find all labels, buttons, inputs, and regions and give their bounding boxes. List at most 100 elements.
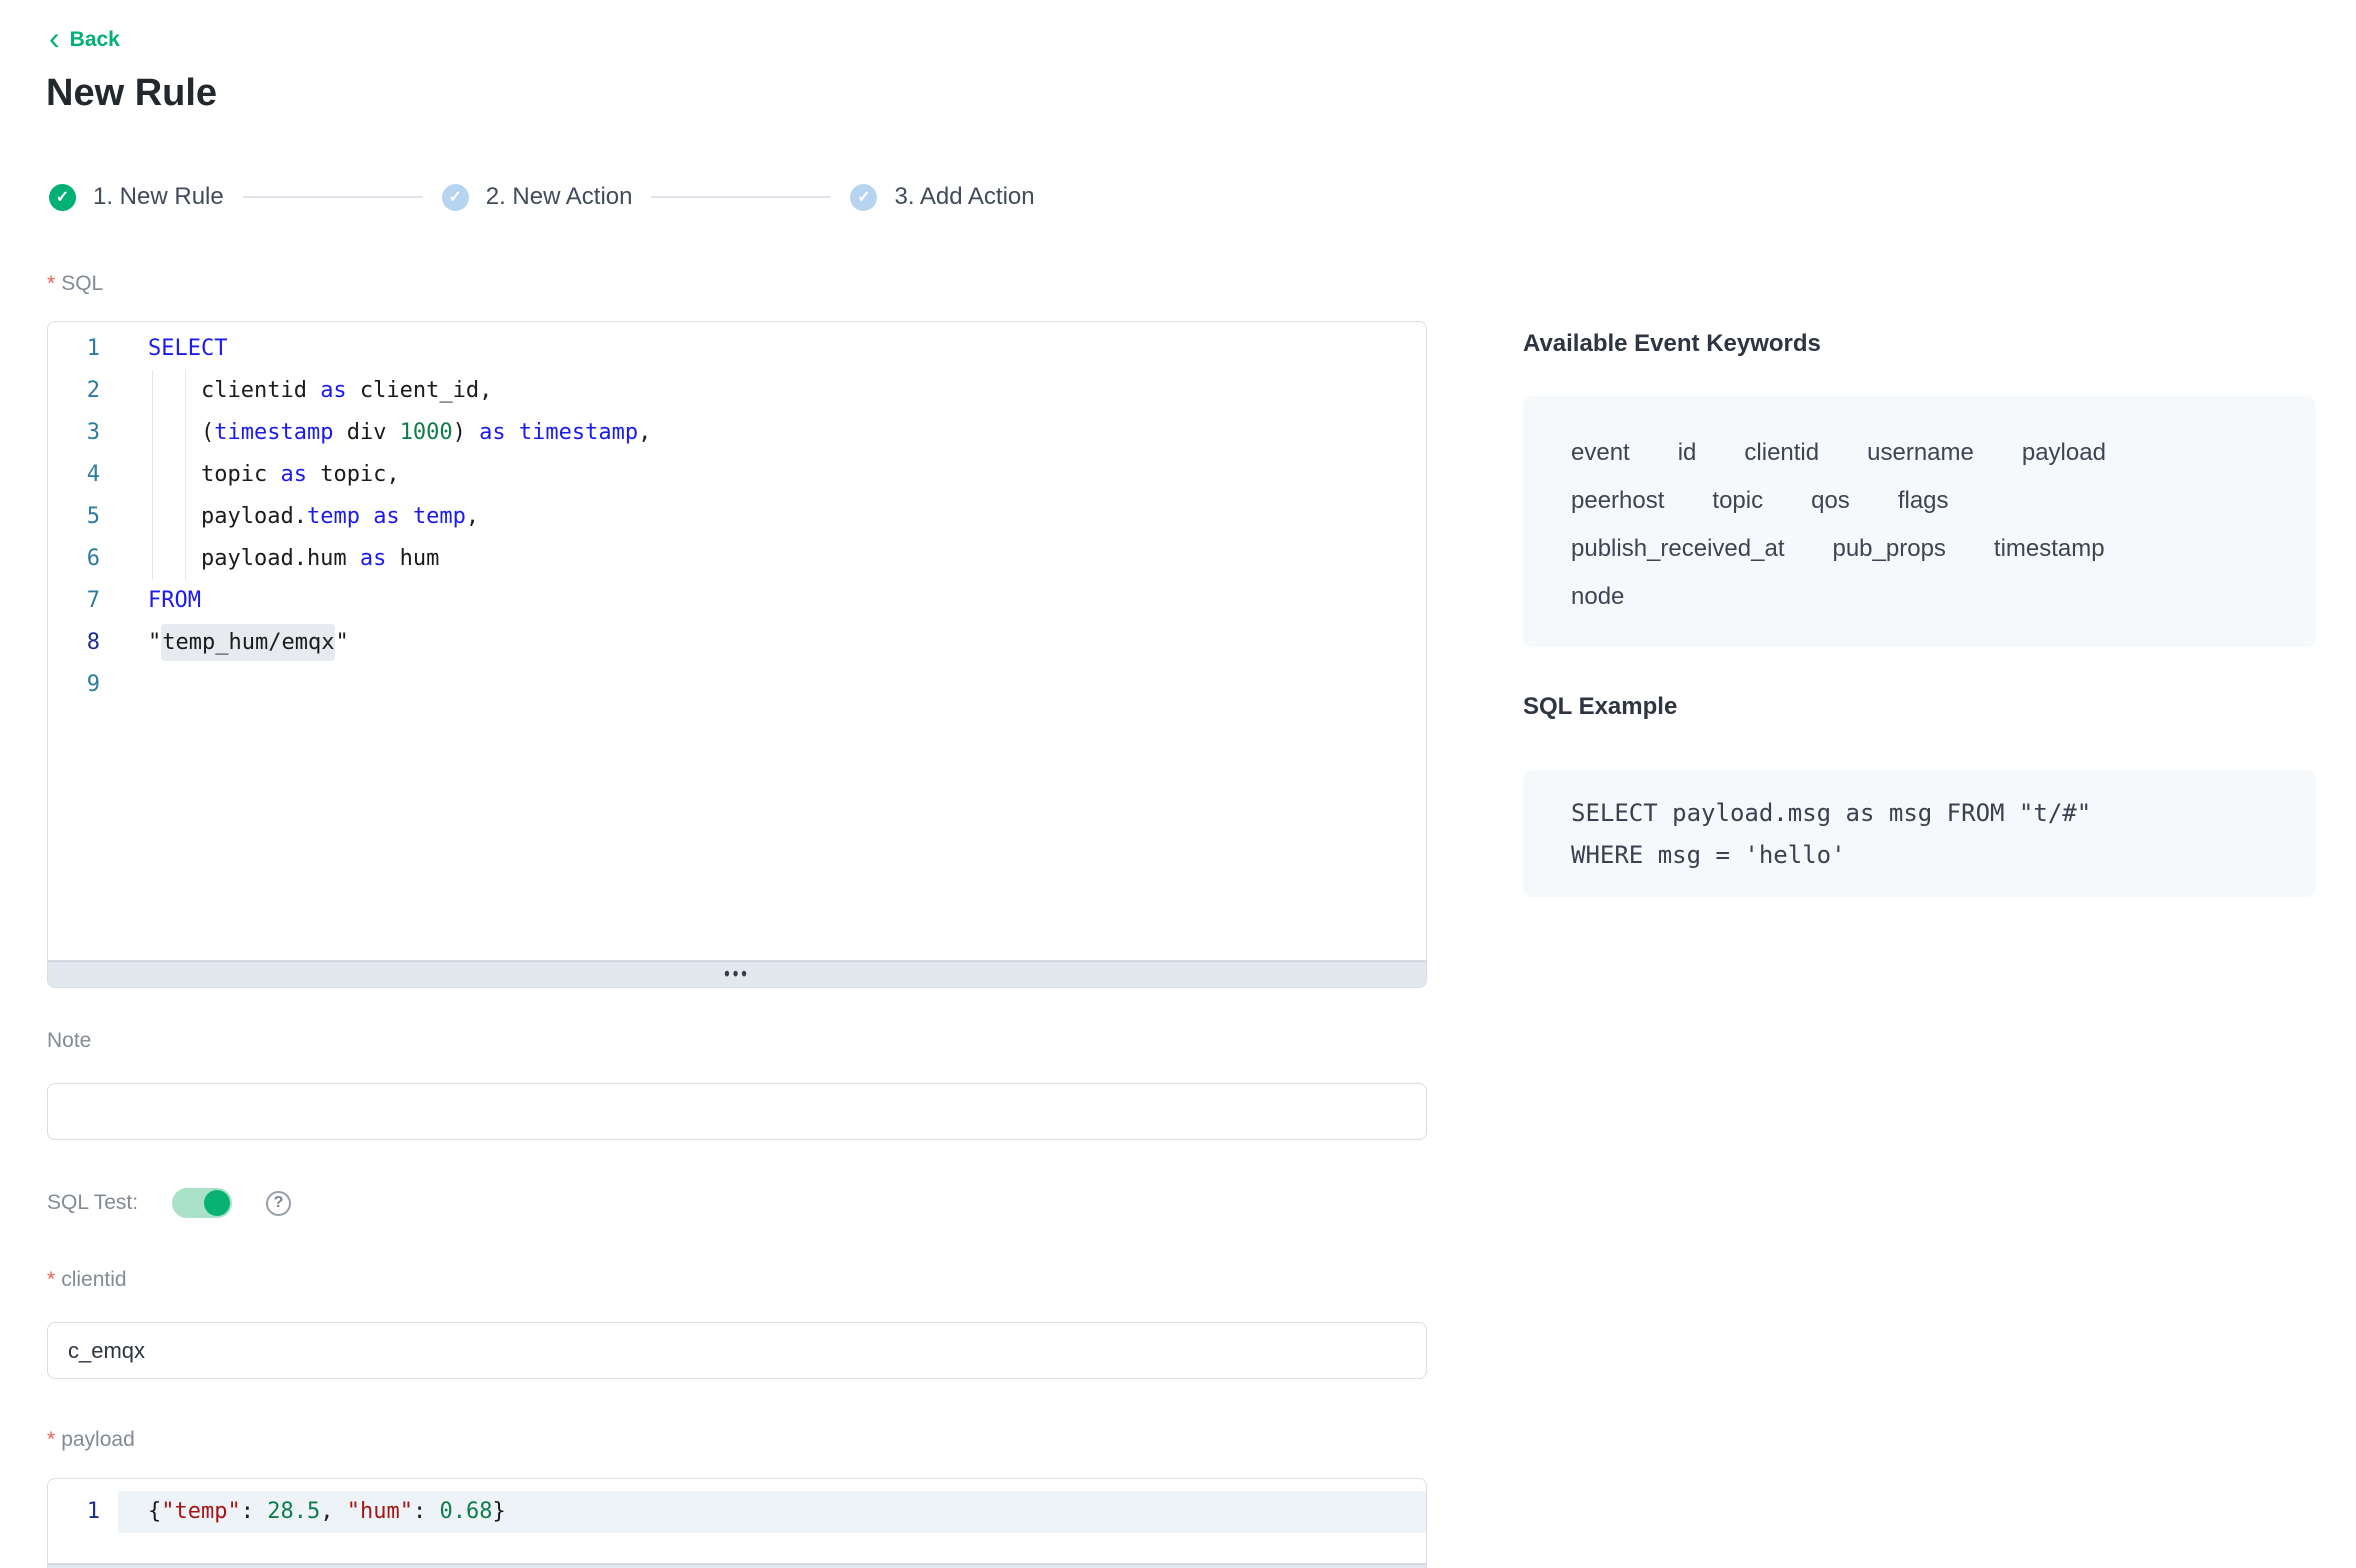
- line-number: 7: [48, 580, 118, 622]
- step-label: 3. Add Action: [894, 183, 1034, 211]
- new-rule-page: ‹ Back New Rule ✓ 1. New Rule ✓ 2. New Acti…: [0, 0, 2356, 1568]
- code-token: as: [479, 420, 506, 445]
- code-token: temp: [413, 504, 466, 529]
- code-line: payload.temp as temp,: [118, 496, 1426, 538]
- clientid-label-text: clientid: [61, 1268, 126, 1292]
- step-check-icon: ✓: [49, 184, 76, 211]
- code-token: 1000: [400, 420, 453, 445]
- keyword: clientid: [1744, 439, 1819, 467]
- code-token: ,: [466, 504, 479, 529]
- line-number: 4: [48, 454, 118, 496]
- keyword: id: [1678, 439, 1697, 467]
- payload-editor-code[interactable]: {"temp": 28.5, "hum": 0.68}: [118, 1491, 1426, 1533]
- code-line: payload.hum as hum: [118, 538, 1426, 580]
- sql-editor-resize-handle[interactable]: •••: [47, 961, 1427, 988]
- keyword: publish_received_at: [1571, 535, 1784, 563]
- line-number: 6: [48, 538, 118, 580]
- code-token: ": [335, 630, 348, 655]
- code-token: ,: [320, 1499, 347, 1524]
- payload-editor-code-area[interactable]: 1 {"temp": 28.5, "hum": 0.68}: [47, 1478, 1427, 1564]
- step-label: 1. New Rule: [93, 183, 224, 211]
- code-token: payload.: [148, 504, 307, 529]
- stepper-step-3: ✓ 3. Add Action: [850, 183, 1034, 211]
- code-token: topic,: [307, 462, 400, 487]
- note-label-text: Note: [47, 1029, 91, 1053]
- indent-guide: [185, 370, 186, 580]
- code-line: {"temp": 28.5, "hum": 0.68}: [118, 1491, 1426, 1533]
- code-token: ": [148, 630, 161, 655]
- keyword: topic: [1712, 487, 1763, 515]
- sql-editor[interactable]: 123456789 SELECT clientid as client_id, …: [47, 321, 1427, 988]
- stepper: ✓ 1. New Rule ✓ 2. New Action ✓ 3. Add Action: [49, 183, 1035, 211]
- line-number: 1: [48, 1491, 118, 1533]
- code-token: :: [241, 1499, 268, 1524]
- code-token: client_id,: [347, 378, 493, 403]
- keywords-panel-title: Available Event Keywords: [1523, 330, 1821, 358]
- example-sql-line: WHERE msg = 'hello': [1571, 834, 2268, 876]
- code-token: {: [148, 1499, 161, 1524]
- sql-editor-code[interactable]: SELECT clientid as client_id, (timestamp…: [118, 328, 1426, 706]
- code-token: :: [413, 1499, 440, 1524]
- payload-editor[interactable]: 1 {"temp": 28.5, "hum": 0.68} •••: [47, 1478, 1427, 1568]
- code-token: FROM: [148, 588, 201, 613]
- code-token: SELECT: [148, 336, 227, 361]
- code-line: (timestamp div 1000) as timestamp,: [118, 412, 1426, 454]
- code-token: as: [360, 546, 387, 571]
- code-token: timestamp: [214, 420, 333, 445]
- stepper-step-2: ✓ 2. New Action: [442, 183, 633, 211]
- code-token: ,: [638, 420, 651, 445]
- code-token: [400, 504, 413, 529]
- sql-test-toggle[interactable]: [172, 1188, 232, 1218]
- stepper-connector: [651, 196, 831, 198]
- keywords-panel: eventidclientidusernamepayloadpeerhostto…: [1523, 396, 2316, 647]
- code-token: as: [320, 378, 347, 403]
- keyword-row: node: [1571, 573, 2268, 621]
- keyword: flags: [1898, 487, 1949, 515]
- code-token: [506, 420, 519, 445]
- code-token: timestamp: [519, 420, 638, 445]
- resize-dots-icon: •••: [724, 964, 750, 986]
- example-sql-line: SELECT payload.msg as msg FROM "t/#": [1571, 792, 2268, 834]
- back-link[interactable]: ‹ Back: [49, 28, 120, 52]
- sql-editor-code-area[interactable]: 123456789 SELECT clientid as client_id, …: [47, 321, 1427, 961]
- code-token: temp: [307, 504, 360, 529]
- sql-test-label: SQL Test:: [47, 1191, 138, 1215]
- code-token: (: [148, 420, 214, 445]
- line-number: 9: [48, 664, 118, 706]
- keyword: node: [1571, 583, 1624, 611]
- back-chevron-icon: ‹: [49, 28, 60, 48]
- code-token: topic: [148, 462, 280, 487]
- code-token: [360, 504, 373, 529]
- stepper-connector: [243, 196, 423, 198]
- code-token: }: [492, 1499, 505, 1524]
- step-check-icon: ✓: [850, 184, 877, 211]
- code-token: temp_hum/emqx: [161, 624, 335, 661]
- keyword-row: eventidclientidusernamepayload: [1571, 429, 2268, 477]
- line-number: 8: [48, 622, 118, 664]
- step-check-icon: ✓: [442, 184, 469, 211]
- page-title: New Rule: [46, 72, 217, 115]
- code-token: ): [453, 420, 480, 445]
- help-icon[interactable]: ?: [266, 1191, 291, 1216]
- keyword-row: peerhosttopicqosflags: [1571, 477, 2268, 525]
- payload-editor-resize-handle[interactable]: •••: [47, 1564, 1427, 1568]
- required-mark: *: [47, 1428, 55, 1452]
- sql-editor-gutter: 123456789: [48, 328, 118, 706]
- step-label: 2. New Action: [486, 183, 633, 211]
- payload-editor-gutter: 1: [48, 1491, 118, 1533]
- note-input[interactable]: [47, 1083, 1427, 1140]
- code-line: SELECT: [118, 328, 1426, 370]
- code-token: 28.5: [267, 1499, 320, 1524]
- code-token: clientid: [148, 378, 320, 403]
- back-label: Back: [70, 28, 120, 52]
- payload-label-text: payload: [61, 1428, 135, 1452]
- code-line: "temp_hum/emqx": [118, 622, 1426, 664]
- line-number: 1: [48, 328, 118, 370]
- sql-label-text: SQL: [61, 272, 103, 296]
- keyword: peerhost: [1571, 487, 1664, 515]
- line-number: 5: [48, 496, 118, 538]
- code-line: FROM: [118, 580, 1426, 622]
- keyword: pub_props: [1832, 535, 1945, 563]
- clientid-input[interactable]: [47, 1322, 1427, 1379]
- sql-field-label: * SQL: [47, 272, 103, 296]
